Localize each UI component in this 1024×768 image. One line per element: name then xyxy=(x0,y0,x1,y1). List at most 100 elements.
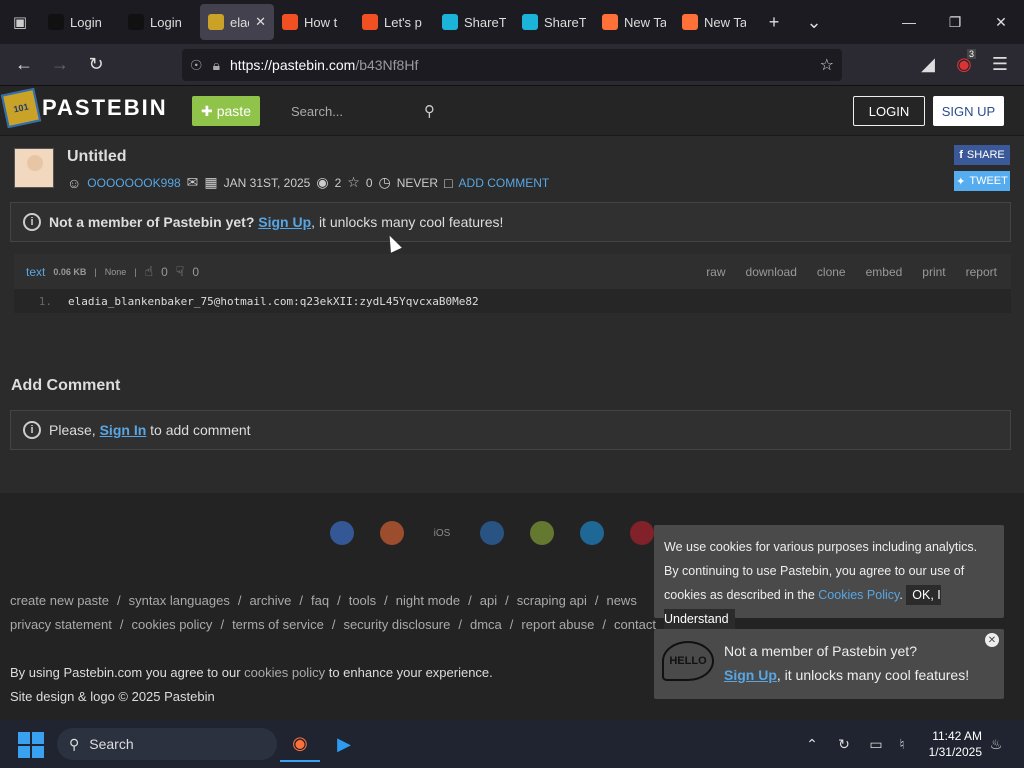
twitter-tweet-button[interactable]: ✦ TWEET xyxy=(954,171,1010,191)
signup-button[interactable]: SIGN UP xyxy=(933,96,1004,126)
search-input[interactable]: Search... ⚲ xyxy=(281,96,445,126)
code-action-download[interactable]: download xyxy=(746,265,797,279)
opera-app-icon[interactable] xyxy=(630,521,654,545)
footer-link[interactable]: contact xyxy=(614,617,656,632)
footer-link[interactable]: night mode xyxy=(396,593,460,608)
code-action-report[interactable]: report xyxy=(966,265,997,279)
tab-overview-icon[interactable]: ▣ xyxy=(0,0,40,44)
footer-link[interactable]: archive xyxy=(249,593,291,608)
display-icon[interactable]: ▭ xyxy=(864,720,888,768)
close-popup-icon[interactable]: ✕ xyxy=(985,633,999,647)
browser-tab[interactable]: Login xyxy=(120,4,200,40)
tab-label: Let's p xyxy=(384,14,422,30)
menu-icon[interactable]: ☰ xyxy=(982,47,1018,83)
reload-icon[interactable]: ↻ xyxy=(78,47,114,83)
comment-icon: □ xyxy=(444,174,453,191)
firefox-taskbar-icon[interactable]: ◉ xyxy=(280,726,320,762)
extensions-icon[interactable]: ◢ xyxy=(910,47,946,83)
thumbs-up-icon[interactable]: ☝ xyxy=(145,263,154,280)
lock-icon[interactable]: 🔒︎ xyxy=(213,57,220,74)
link-separator: / xyxy=(117,593,121,608)
maximize-icon[interactable]: ❐ xyxy=(932,0,978,44)
bookmark-star-icon[interactable]: ☆ xyxy=(820,55,834,75)
popup-signup-link[interactable]: Sign Up xyxy=(724,667,777,683)
facebook-share-button[interactable]: f SHARE xyxy=(954,145,1010,165)
avatar[interactable] xyxy=(14,148,54,188)
list-tabs-chevron-icon[interactable]: ⌄ xyxy=(794,0,834,44)
cookie-policy-link[interactable]: Cookies Policy xyxy=(818,588,899,602)
nav-bar: ← → ↻ ☉ 🔒︎ https://pastebin.com/b43Nf8Hf… xyxy=(0,44,1024,86)
ublock-icon[interactable]: ◉ 3 xyxy=(946,47,982,83)
footer-link[interactable]: privacy statement xyxy=(10,617,112,632)
footer-link[interactable]: security disclosure xyxy=(343,617,450,632)
logo[interactable]: 101 PASTEBIN xyxy=(0,87,168,129)
vscode-taskbar-icon[interactable]: ▶ xyxy=(324,726,364,762)
windows-app-icon[interactable] xyxy=(480,521,504,545)
signup-link[interactable]: Sign Up xyxy=(258,214,311,230)
code-action-clone[interactable]: clone xyxy=(817,265,846,279)
windows-start-icon[interactable] xyxy=(18,732,44,758)
footer-link[interactable]: scraping api xyxy=(517,593,587,608)
browser-tab[interactable]: New Ta xyxy=(594,4,674,40)
footer-link[interactable]: news xyxy=(606,593,636,608)
tray-chevron-icon[interactable]: ⌃ xyxy=(800,720,824,768)
volume-muted-icon[interactable]: ♮ xyxy=(890,720,914,768)
line-text[interactable]: eladia_blankenbaker_75@hotmail.com:q23ek… xyxy=(68,295,479,308)
link-separator: / xyxy=(594,593,599,608)
browser-tab[interactable]: elad ✕ xyxy=(200,4,274,40)
footer-link[interactable]: cookies policy xyxy=(132,617,213,632)
ios-app-icon[interactable]: iOS xyxy=(430,521,454,545)
footer-link[interactable]: dmca xyxy=(470,617,502,632)
browser-tab[interactable]: How t xyxy=(274,4,354,40)
footer-link[interactable]: tools xyxy=(349,593,376,608)
forward-icon[interactable]: → xyxy=(42,47,78,83)
calendar-icon: ▦ xyxy=(204,174,218,190)
footer-link[interactable]: syntax languages xyxy=(129,593,230,608)
shield-icon[interactable]: ☉ xyxy=(190,57,203,74)
footer-link[interactable]: faq xyxy=(311,593,329,608)
login-button[interactable]: LOGIN xyxy=(853,96,925,126)
browser-tab[interactable]: Let's p xyxy=(354,4,434,40)
clock[interactable]: 11:42 AM 1/31/2025 xyxy=(916,728,982,760)
message-icon[interactable]: ✉ xyxy=(187,174,199,191)
hello-bubble-icon: HELLO xyxy=(662,641,714,681)
author-link[interactable]: OOOOOOOK998 xyxy=(87,176,180,190)
firefox-app-icon[interactable] xyxy=(380,521,404,545)
close-tab-icon[interactable]: ✕ xyxy=(255,14,266,30)
url-bar[interactable]: ☉ 🔒︎ https://pastebin.com/b43Nf8Hf ☆ xyxy=(182,49,842,81)
thumbs-down-icon[interactable]: ☟ xyxy=(176,263,185,280)
footer-links-row-2: privacy statement / cookies policy / terms o… xyxy=(10,617,656,632)
android-app-icon[interactable] xyxy=(530,521,554,545)
code-action-embed[interactable]: embed xyxy=(866,265,903,279)
code-action-print[interactable]: print xyxy=(922,265,945,279)
code-action-raw[interactable]: raw xyxy=(706,265,725,279)
notifications-icon[interactable]: ♨ xyxy=(984,720,1008,768)
tab-label: Login xyxy=(70,14,102,30)
link-separator: / xyxy=(509,617,514,632)
new-tab-icon[interactable]: + xyxy=(754,0,794,44)
star-icon[interactable]: ☆ xyxy=(347,174,360,191)
browser-tab[interactable]: ShareT xyxy=(514,4,594,40)
signin-link[interactable]: Sign In xyxy=(100,422,147,438)
search-icon[interactable]: ⚲ xyxy=(424,102,435,120)
footer-link[interactable]: terms of service xyxy=(232,617,324,632)
link-separator: / xyxy=(331,617,336,632)
browser-tab[interactable]: New Ta xyxy=(674,4,754,40)
back-icon[interactable]: ← xyxy=(6,47,42,83)
footer-link[interactable]: create new paste xyxy=(10,593,109,608)
add-comment-link[interactable]: ADD COMMENT xyxy=(459,176,550,190)
new-paste-button[interactable]: ✚ paste xyxy=(192,96,260,126)
browser-tab[interactable]: Login xyxy=(40,4,120,40)
close-window-icon[interactable]: ✕ xyxy=(978,0,1024,44)
footer-link[interactable]: report abuse xyxy=(521,617,594,632)
x-app-icon[interactable] xyxy=(580,521,604,545)
footer-link[interactable]: api xyxy=(480,593,497,608)
tab-label: How t xyxy=(304,14,338,30)
minimize-icon[interactable]: — xyxy=(886,0,932,44)
syntax-link[interactable]: text xyxy=(26,265,45,279)
chrome-app-icon[interactable] xyxy=(330,521,354,545)
sync-icon[interactable]: ↻ xyxy=(832,720,856,768)
cookies-policy-link[interactable]: cookies policy xyxy=(244,665,325,680)
taskbar-search[interactable]: ⚲ Search xyxy=(57,728,277,760)
browser-tab[interactable]: ShareT xyxy=(434,4,514,40)
